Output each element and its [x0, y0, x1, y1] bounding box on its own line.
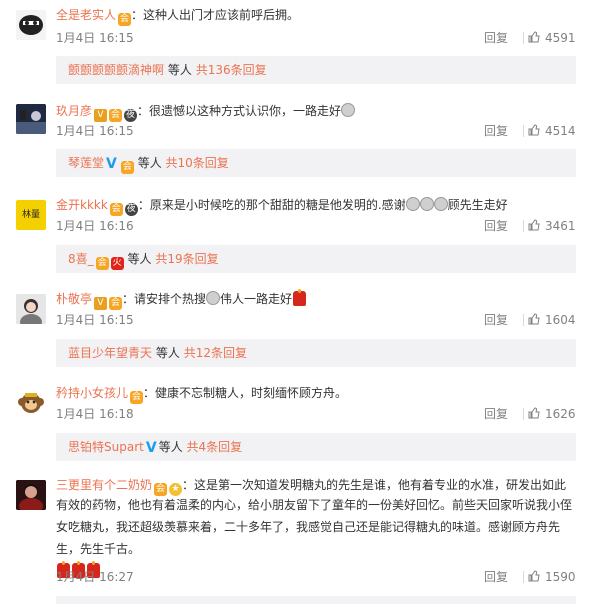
reply-count-link[interactable]: 共136条回复 [196, 63, 267, 77]
comment-time: 1月4日 16:15 [56, 31, 134, 45]
reply-usernames[interactable]: 思铂特Supart [68, 440, 144, 454]
vip-badge-icon: 会 [130, 391, 144, 404]
like-button[interactable]: 4591 [528, 31, 576, 45]
username[interactable]: 金开kkkk [56, 198, 108, 212]
like-button[interactable]: 1590 [528, 570, 576, 584]
verified-v-icon: V [145, 440, 157, 456]
comment-text-line3: 女吃糖丸，我还超级羡慕来着，二十多年了，我感觉自己还是能记得糖丸的味道。感谢顾方… [56, 520, 561, 534]
thumbs-up-icon [528, 124, 540, 136]
username[interactable]: 玖月彦 [56, 104, 92, 118]
sub-replies[interactable] [56, 596, 576, 604]
comment-text-body: 有效的药物，他也有着温柔的内心，给小朋友留下了童年的一份美好回忆。前些天回家听说… [56, 494, 576, 582]
comment-text-line4: 生，先生千古。 [56, 542, 141, 556]
emoji-icon [405, 197, 420, 211]
emoji-icon [341, 103, 356, 117]
emoji-icon [206, 291, 221, 305]
comment-text: 原来是小时候吃的那个甜甜的糖是他发明的.感谢 [149, 198, 406, 212]
like-button[interactable]: 4514 [528, 124, 576, 138]
vip-badge-icon: 会 [109, 109, 123, 122]
reply-usernames[interactable]: 8喜_ [68, 252, 94, 266]
username[interactable]: 三更里有个二奶奶 [56, 478, 152, 492]
comment-text: 很遗憾以这种方式认识你，一路走好 [149, 104, 342, 118]
comment-time: 1月4日 16:15 [56, 124, 134, 138]
verified-v-icon: V [94, 109, 108, 122]
reply-count-link[interactable]: 共10条回复 [166, 156, 229, 170]
reply-usernames[interactable]: 琴莲堂 [68, 156, 104, 170]
comment-time: 1月4日 16:16 [56, 219, 134, 233]
sub-replies[interactable]: 蓝目少年望青天 等人 共12条回复 [56, 339, 576, 367]
vip-badge-icon: 会 [95, 257, 109, 270]
avatar[interactable] [16, 10, 46, 40]
comment-time: 1月4日 16:15 [56, 313, 134, 327]
vip-badge-icon: 会 [109, 297, 123, 310]
avatar-text: 林量 [21, 210, 40, 220]
reply-count-link[interactable]: 共19条回复 [155, 252, 218, 266]
sub-replies[interactable]: 8喜_ 会火 等人 共19条回复 [56, 245, 576, 273]
like-count: 1604 [545, 313, 576, 327]
divider [523, 408, 524, 420]
like-button[interactable]: 1604 [528, 313, 576, 327]
reply-button[interactable]: 回复 [484, 219, 508, 233]
reply-usernames[interactable]: 蓝目少年望青天 [68, 346, 152, 360]
verified-v-icon: V [94, 297, 108, 310]
comment-text-line2: 有效的药物，他也有着温柔的内心，给小朋友留下了童年的一份美好回忆。前些天回家听说… [56, 498, 573, 512]
reply-count-link[interactable]: 共12条回复 [184, 346, 247, 360]
username[interactable]: 矜持小女孩儿 [56, 386, 128, 400]
avatar[interactable] [16, 480, 46, 510]
reply-button[interactable]: 回复 [484, 407, 508, 421]
like-button[interactable]: 3461 [528, 219, 576, 233]
like-count: 1626 [545, 407, 576, 421]
thumbs-up-icon [528, 219, 540, 231]
comment-text: 健康不忘制糖人，时刻缅怀顾方舟。 [155, 386, 348, 400]
reply-button[interactable]: 回复 [484, 313, 508, 327]
fire-badge-icon: 火 [110, 257, 124, 270]
vip-badge-icon: 会 [109, 203, 123, 216]
divider [523, 220, 524, 232]
candle-icon [293, 289, 307, 306]
reply-button[interactable]: 回复 [484, 31, 508, 45]
comment-text: 请安排个热搜 [134, 292, 207, 306]
thumbs-up-icon [528, 313, 540, 325]
like-count: 3461 [545, 219, 576, 233]
like-button[interactable]: 1626 [528, 407, 576, 421]
divider [523, 32, 524, 44]
avatar[interactable] [16, 104, 46, 134]
sub-replies[interactable]: 琴莲堂 V 会 等人 共10条回复 [56, 149, 576, 177]
username[interactable]: 朴敬亭 [56, 292, 92, 306]
like-count: 1590 [545, 570, 576, 584]
emoji-icon [433, 197, 448, 211]
username[interactable]: 全是老实人 [56, 8, 116, 22]
comment-feed: 全是老实人会：这种人出门才应该前呼后拥。 1月4日 16:15 回复 4591 … [0, 0, 598, 604]
reply-button[interactable]: 回复 [484, 124, 508, 138]
thumbs-up-icon [528, 407, 540, 419]
sub-replies[interactable]: 思铂特Supart V 等人 共4条回复 [56, 433, 576, 461]
avatar[interactable]: 林量 [16, 200, 46, 230]
comment-text-tail: 伟人一路走好 [220, 292, 293, 306]
comment-text-line1: 这是第一次知道发明糖丸的先生是谁，他有着专业的水准，研发出如此 [194, 478, 567, 492]
like-count: 4591 [545, 31, 576, 45]
thumbs-up-icon [528, 31, 540, 43]
reply-count-link[interactable]: 共4条回复 [187, 440, 243, 454]
like-count: 4514 [545, 124, 576, 138]
vip-badge-icon: 会 [118, 13, 132, 26]
fan-badge-icon: 夜 [124, 109, 138, 122]
divider [523, 571, 524, 583]
divider [523, 125, 524, 137]
avatar[interactable] [16, 294, 46, 324]
comment-text-tail: 顾先生走好 [447, 198, 508, 212]
avatar[interactable] [16, 388, 46, 418]
reply-button[interactable]: 回复 [484, 570, 508, 584]
comment-time: 1月4日 16:18 [56, 407, 134, 421]
comment-time: 1月4日 16:27 [56, 570, 134, 584]
fan-badge-icon: 夜 [124, 203, 138, 216]
vip-badge-icon: 会 [120, 161, 134, 174]
thumbs-up-icon [528, 570, 540, 582]
verified-v-icon: V [106, 156, 117, 172]
divider [523, 314, 524, 326]
emoji-icon [419, 197, 434, 211]
sub-replies[interactable]: 颤颤颤颤颤滴神啊 等人 共136条回复 [56, 56, 576, 84]
comment-text: 这种人出门才应该前呼后拥。 [143, 8, 300, 22]
reply-usernames[interactable]: 颤颤颤颤颤滴神啊 [68, 63, 164, 77]
